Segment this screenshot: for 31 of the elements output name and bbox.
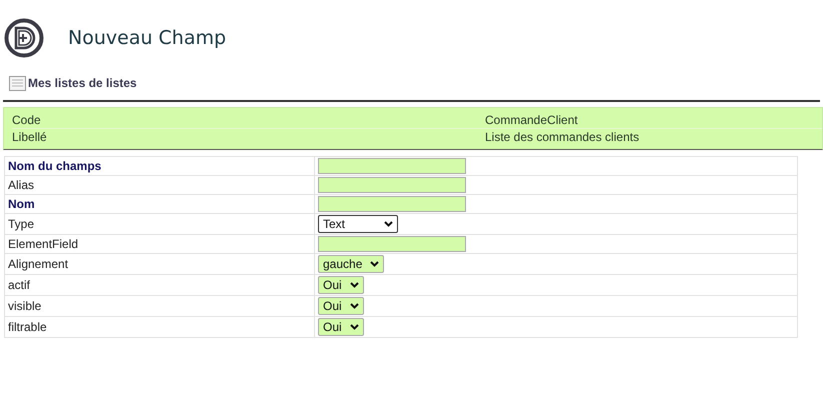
list-icon <box>9 76 26 90</box>
breadcrumb-link[interactable]: Mes listes de listes <box>28 76 137 90</box>
input-field[interactable] <box>318 158 466 174</box>
summary-value: Liste des commandes clients <box>485 129 640 145</box>
logo-icon <box>4 18 44 58</box>
chevron-down-icon <box>370 261 380 267</box>
field-label: Type <box>5 214 315 234</box>
field-label: visible <box>5 296 315 316</box>
chevron-down-icon <box>384 221 393 227</box>
field-label: Nom <box>5 195 315 213</box>
input-field[interactable] <box>318 236 466 252</box>
summary-label: Libellé <box>12 129 48 145</box>
field-label: actif <box>5 275 315 295</box>
page-title: Nouveau Champ <box>68 27 226 49</box>
dropdown-select[interactable]: Oui <box>318 297 364 315</box>
dropdown-select[interactable]: Text <box>318 215 398 233</box>
chevron-down-icon <box>350 282 359 288</box>
summary-label: Code <box>12 112 42 128</box>
dropdown-select[interactable]: gauche <box>318 255 384 273</box>
field-label: Alignement <box>5 254 315 274</box>
dropdown-select[interactable]: Oui <box>318 276 364 294</box>
field-label: Alias <box>5 176 315 194</box>
field-label: filtrable <box>5 317 315 337</box>
dropdown-select[interactable]: Oui <box>318 318 364 336</box>
input-field[interactable] <box>318 196 466 212</box>
input-field[interactable] <box>318 177 466 193</box>
field-label: ElementField <box>5 235 315 253</box>
field-label: Nom du champs <box>5 157 315 175</box>
summary-value: CommandeClient <box>485 112 579 128</box>
chevron-down-icon <box>350 303 359 309</box>
chevron-down-icon <box>350 324 359 330</box>
